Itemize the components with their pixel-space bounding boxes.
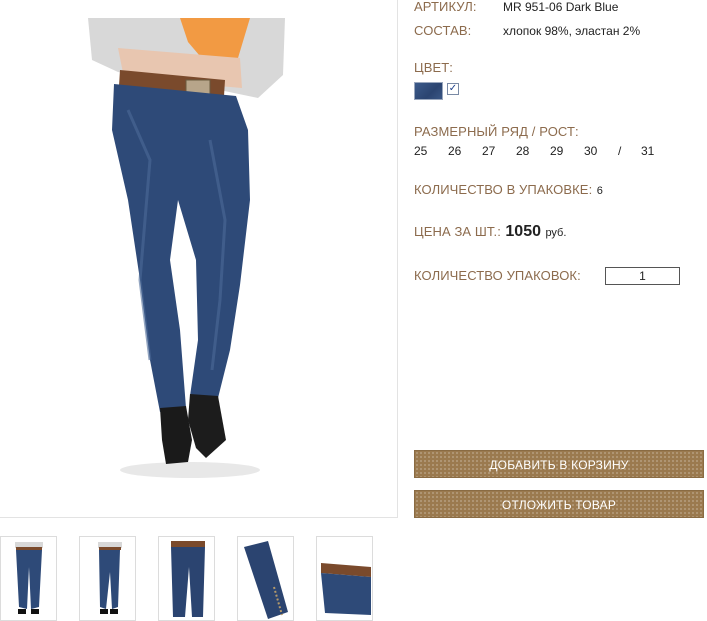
color-swatch-dark-blue[interactable] [414, 82, 443, 100]
size-item: 31 [641, 144, 655, 158]
save-for-later-button[interactable]: ОТЛОЖИТЬ ТОВАР [414, 490, 704, 518]
thumbnail-front-view[interactable] [0, 536, 57, 621]
size-item: 30 [584, 144, 598, 158]
sku-label: АРТИКУЛ: [414, 0, 477, 14]
thumbnail-leg-detail[interactable] [237, 536, 294, 621]
color-label: ЦВЕТ: [414, 60, 454, 75]
price: ЦЕНА ЗА ШТ.: 1050 руб. [414, 223, 566, 241]
price-label: ЦЕНА ЗА ШТ.: [414, 224, 501, 239]
composition-value: хлопок 98%, эластан 2% [503, 24, 641, 38]
size-item: 25 [414, 144, 428, 158]
sku-value: MR 951-06 Dark Blue [503, 0, 619, 14]
size-item: 26 [448, 144, 462, 158]
size-item: 29 [550, 144, 564, 158]
thumbnail-waist-detail[interactable] [316, 536, 373, 621]
price-currency: руб. [545, 227, 567, 239]
price-value: 1050 [505, 223, 541, 240]
thumbnail-side-view[interactable] [79, 536, 136, 621]
size-item: 28 [516, 144, 530, 158]
size-item: 27 [482, 144, 496, 158]
pack-quantity-label: КОЛИЧЕСТВО В УПАКОВКЕ: [414, 182, 593, 197]
main-product-photo[interactable] [0, 0, 398, 518]
size-list: 25 26 27 28 29 30 / 31 [414, 144, 674, 160]
packs-quantity-input[interactable] [605, 267, 680, 285]
thumbnail-flat-lay[interactable] [158, 536, 215, 621]
add-to-cart-button[interactable]: ДОБАВИТЬ В КОРЗИНУ [414, 450, 704, 478]
pack-quantity: КОЛИЧЕСТВО В УПАКОВКЕ: 6 [414, 181, 603, 199]
sizes-label: РАЗМЕРНЫЙ РЯД / РОСТ: [414, 124, 579, 139]
composition-label: СОСТАВ: [414, 23, 472, 38]
thumbnail-strip [0, 536, 400, 621]
size-separator: / [618, 144, 622, 158]
pack-quantity-value: 6 [596, 185, 603, 197]
packs-label: КОЛИЧЕСТВО УПАКОВОК: [414, 268, 581, 283]
color-checkbox[interactable]: ✓ [447, 83, 459, 95]
